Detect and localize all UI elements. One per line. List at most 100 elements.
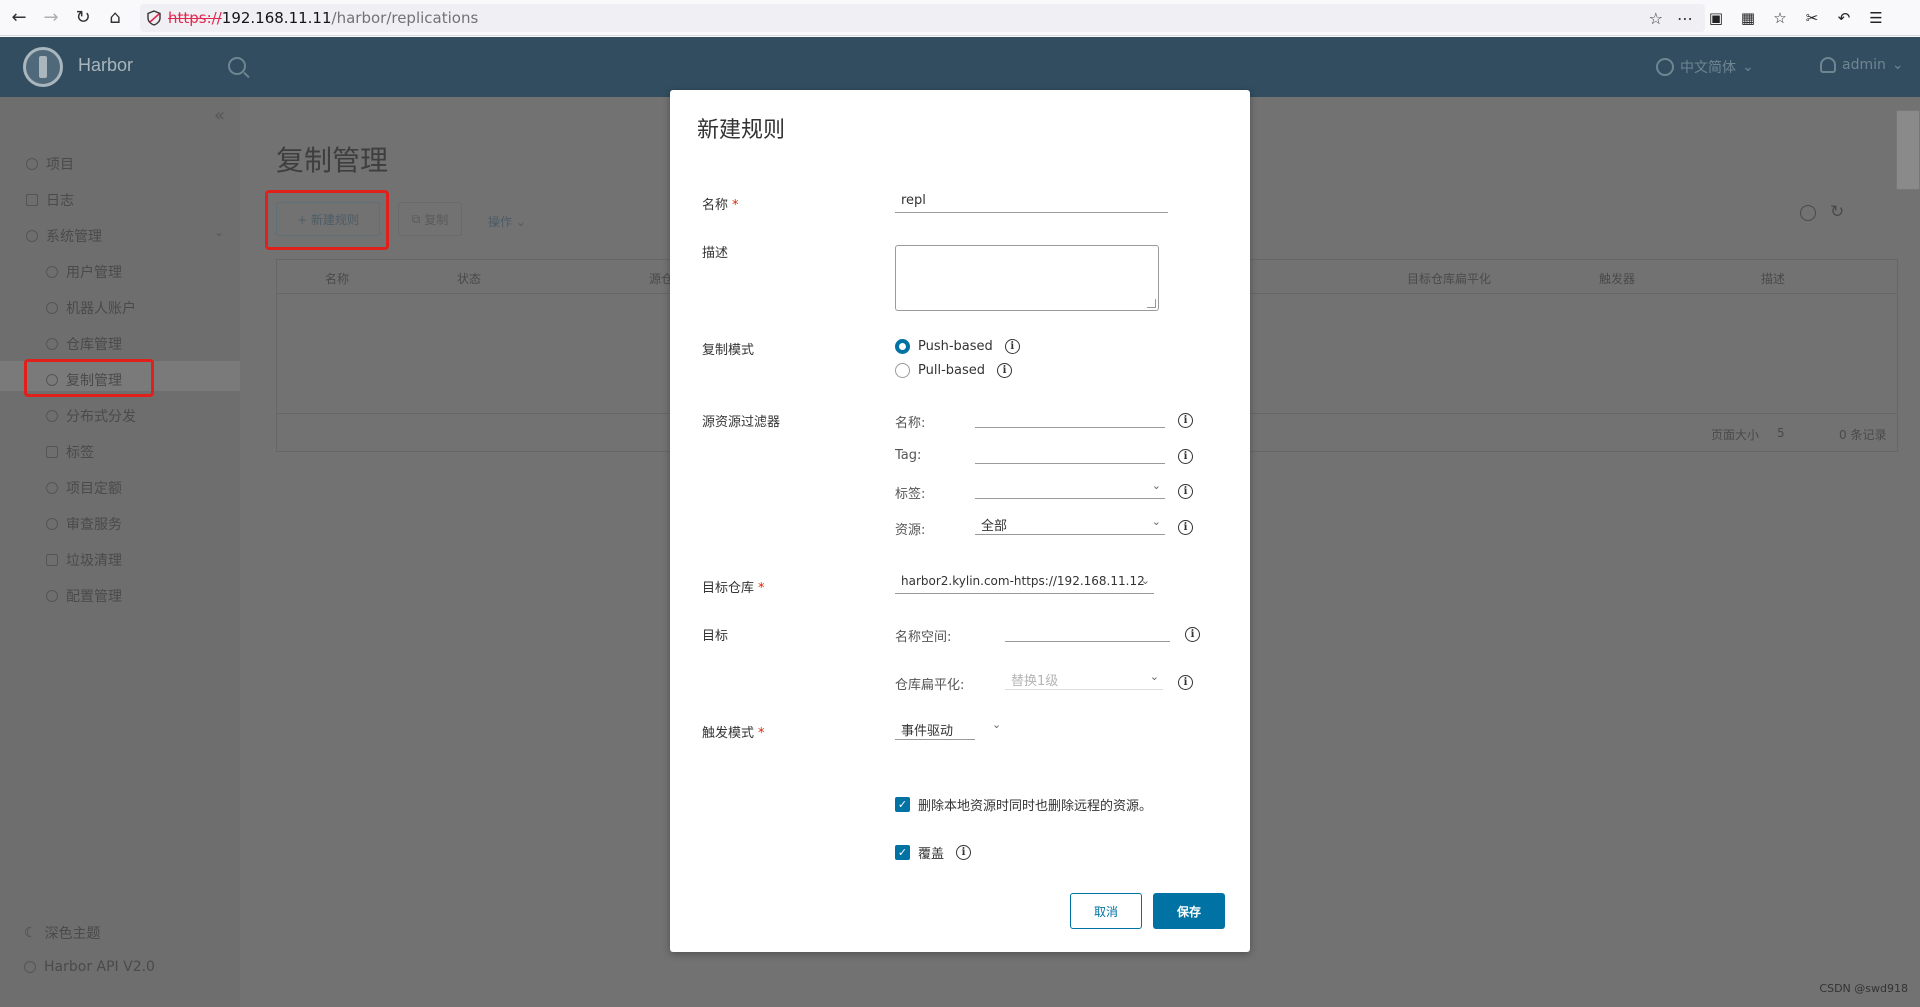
info-icon[interactable]: i bbox=[1178, 449, 1193, 464]
grid-icon[interactable]: ▦ bbox=[1737, 7, 1759, 29]
sidebar-item-labels[interactable]: 标签 bbox=[46, 441, 94, 463]
filter-tag-input[interactable] bbox=[975, 440, 1165, 464]
page-size-select[interactable]: 5 bbox=[1777, 426, 1785, 440]
target-label: 目标 bbox=[702, 629, 729, 644]
sidebar-item-label: 日志 bbox=[46, 193, 74, 209]
language-selector[interactable]: 中文简体 ⌄ bbox=[1656, 57, 1754, 77]
sidebar-item-interrogation-services[interactable]: 审查服务 bbox=[46, 513, 122, 535]
registry-icon bbox=[46, 338, 58, 350]
highlight-replications-menu bbox=[24, 359, 154, 397]
filter-label-select[interactable]: ⌄ bbox=[975, 475, 1165, 499]
column-header-trigger[interactable]: 触发器 bbox=[1599, 270, 1635, 287]
cancel-button[interactable]: 取消 bbox=[1070, 893, 1142, 929]
back-icon[interactable]: ← bbox=[6, 5, 32, 31]
push-based-radio[interactable]: Push-based i bbox=[895, 339, 1020, 354]
dest-registry-value: harbor2.kylin.com-https://192.168.11.12 bbox=[901, 574, 1145, 588]
sidebar-item-project-quotas[interactable]: 项目定额 bbox=[46, 477, 122, 499]
trigger-select[interactable]: 事件驱动 bbox=[895, 716, 975, 740]
dest-registry-select[interactable]: harbor2.kylin.com-https://192.168.11.12 ⌄ bbox=[895, 570, 1154, 594]
filter-name-input[interactable] bbox=[975, 404, 1165, 428]
column-header-flattening[interactable]: 目标仓库扁平化 bbox=[1407, 270, 1491, 287]
required-marker: * bbox=[758, 726, 765, 741]
robot-icon bbox=[46, 302, 58, 314]
radio-selected-icon bbox=[895, 339, 910, 354]
column-header-description[interactable]: 描述 bbox=[1761, 270, 1785, 287]
info-icon[interactable]: i bbox=[1004, 339, 1020, 354]
insecure-connection-icon[interactable] bbox=[140, 4, 168, 32]
sidebar-item-configuration[interactable]: 配置管理 bbox=[46, 585, 122, 607]
pull-based-radio[interactable]: Pull-based i bbox=[895, 363, 1013, 378]
replication-mode-label: 复制模式 bbox=[702, 343, 755, 358]
user-icon bbox=[26, 158, 38, 170]
url-scheme: https:// bbox=[168, 9, 222, 27]
copy-button[interactable]: ⧉ 复制 bbox=[398, 202, 462, 236]
sidebar-item-label: 仓库管理 bbox=[66, 337, 122, 353]
api-link[interactable]: Harbor API V2.0 bbox=[24, 959, 155, 975]
reload-icon[interactable]: ↻ bbox=[70, 5, 96, 31]
info-icon[interactable]: i bbox=[1178, 520, 1193, 535]
chevron-down-icon: ⌄ bbox=[1151, 479, 1161, 492]
side-panel-tab[interactable] bbox=[1896, 110, 1920, 190]
sidebar-item-logs[interactable]: 日志 bbox=[26, 189, 74, 211]
sidebar-item-label: 标签 bbox=[66, 445, 94, 461]
delete-remote-label: 删除本地资源时同时也删除远程的资源。 bbox=[918, 799, 1153, 814]
forward-icon[interactable]: → bbox=[38, 5, 64, 31]
delete-remote-checkbox[interactable]: ✓ 删除本地资源时同时也删除远程的资源。 bbox=[895, 795, 1152, 814]
sidebar-item-label: 系统管理 bbox=[46, 229, 102, 245]
bookmarks-icon[interactable]: ☆ bbox=[1769, 7, 1791, 29]
description-textarea[interactable] bbox=[895, 245, 1159, 311]
brand-name[interactable]: Harbor bbox=[78, 55, 133, 76]
harbor-logo-icon[interactable] bbox=[23, 47, 63, 87]
info-icon[interactable]: i bbox=[1178, 675, 1193, 690]
info-icon[interactable]: i bbox=[1185, 627, 1200, 642]
chevron-down-icon[interactable]: ⌄ bbox=[992, 718, 1001, 731]
url-text: https://192.168.11.11/harbor/replication… bbox=[168, 9, 478, 27]
user-menu[interactable]: admin ⌄ bbox=[1820, 57, 1904, 73]
undo-icon[interactable]: ↶ bbox=[1833, 7, 1855, 29]
info-icon[interactable]: i bbox=[1178, 484, 1193, 499]
pocket-icon[interactable]: ▣ bbox=[1705, 7, 1727, 29]
sidebar-item-registries[interactable]: 仓库管理 bbox=[46, 333, 122, 355]
language-label: 中文简体 bbox=[1680, 60, 1736, 76]
namespace-input[interactable] bbox=[1005, 618, 1170, 642]
dialog-title: 新建规则 bbox=[697, 118, 786, 143]
bookmark-star-icon[interactable]: ☆ bbox=[1649, 9, 1663, 28]
globe-icon bbox=[1656, 58, 1674, 76]
page-actions-icon[interactable]: ⋯ bbox=[1677, 9, 1693, 28]
flatten-value: 替换1级 bbox=[1011, 674, 1059, 689]
sidebar-item-robot-accounts[interactable]: 机器人账户 bbox=[46, 297, 136, 319]
sidebar-item-administration[interactable]: 系统管理 bbox=[26, 225, 102, 247]
search-icon[interactable] bbox=[1800, 205, 1816, 221]
sidebar-item-projects[interactable]: 项目 bbox=[26, 153, 74, 175]
column-header-name[interactable]: 名称 bbox=[325, 270, 349, 287]
operations-dropdown[interactable]: 操作 ⌄ bbox=[488, 213, 526, 230]
sidebar-item-garbage-collection[interactable]: 垃圾清理 bbox=[46, 549, 122, 571]
filter-resource-select[interactable]: 全部 ⌄ bbox=[975, 511, 1165, 535]
push-based-label: Push-based bbox=[918, 339, 993, 354]
flatten-label: 仓库扁平化: bbox=[895, 678, 965, 693]
required-marker: * bbox=[732, 198, 739, 213]
menu-icon[interactable]: ☰ bbox=[1865, 7, 1887, 29]
refresh-icon[interactable]: ↻ bbox=[1830, 202, 1844, 222]
sidebar-item-users[interactable]: 用户管理 bbox=[46, 261, 122, 283]
info-icon[interactable]: i bbox=[1178, 413, 1193, 428]
browser-toolbar: ← → ↻ ⌂ https://192.168.11.11/harbor/rep… bbox=[0, 0, 1920, 36]
sidebar-item-distributions[interactable]: 分布式分发 bbox=[46, 405, 136, 427]
name-input[interactable]: repl bbox=[895, 189, 1168, 213]
chevron-down-icon[interactable]: ⌄ bbox=[214, 225, 224, 239]
override-checkbox[interactable]: ✓ 覆盖 i bbox=[895, 843, 972, 862]
column-header-status[interactable]: 状态 bbox=[457, 270, 481, 287]
collapse-sidebar-icon[interactable]: « bbox=[214, 105, 225, 126]
search-icon[interactable] bbox=[228, 57, 246, 75]
flatten-select[interactable]: 替换1级 ⌄ bbox=[1005, 666, 1163, 690]
save-button[interactable]: 保存 bbox=[1153, 893, 1225, 929]
operations-label: 操作 bbox=[488, 215, 513, 229]
info-icon[interactable]: i bbox=[956, 845, 972, 860]
screenshot-icon[interactable]: ✂ bbox=[1801, 7, 1823, 29]
moon-icon: ☾ bbox=[24, 925, 37, 941]
home-icon[interactable]: ⌂ bbox=[102, 5, 128, 31]
trigger-label-text: 触发模式 bbox=[702, 726, 755, 741]
info-icon[interactable]: i bbox=[997, 363, 1013, 378]
address-bar[interactable]: https://192.168.11.11/harbor/replication… bbox=[140, 4, 1705, 32]
dark-theme-toggle[interactable]: ☾ 深色主题 bbox=[24, 923, 101, 943]
